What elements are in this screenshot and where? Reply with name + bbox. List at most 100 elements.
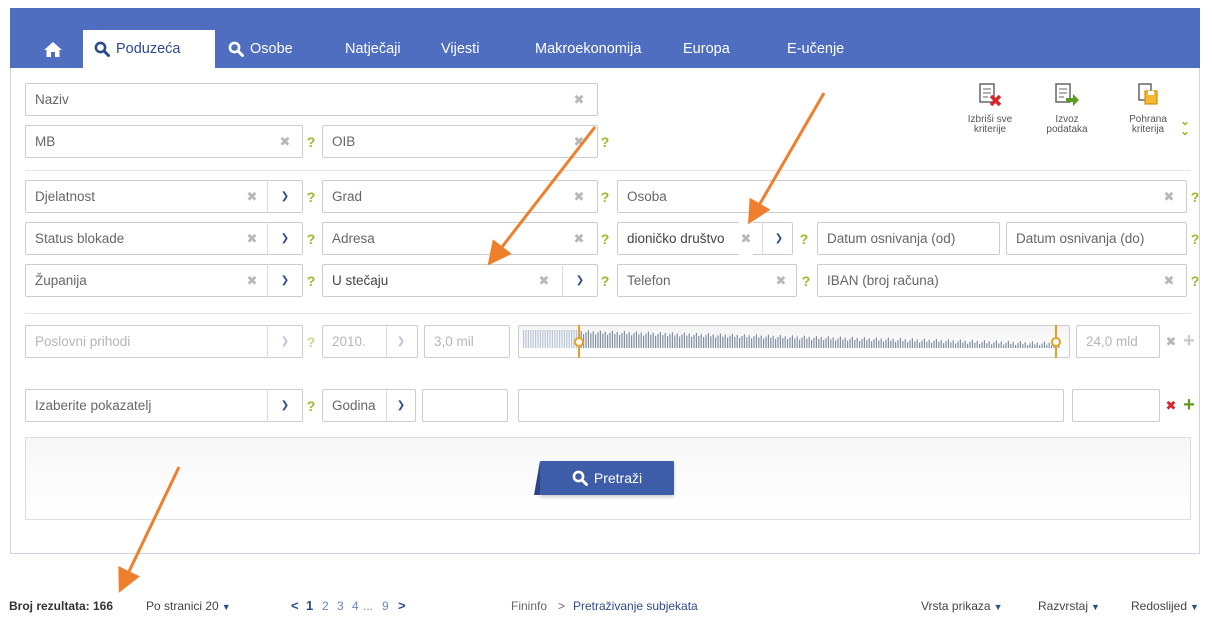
range-max-input[interactable]: 24,0 mld [1076,325,1160,358]
chevron-down-icon[interactable]: ❯ [394,325,408,358]
grad-input[interactable]: Grad [322,180,598,213]
histogram-bar [715,337,717,348]
view-type-select[interactable]: Vrsta prikaza ▼ [921,598,1003,615]
tab-poduzeca[interactable]: Poduzeća [83,30,215,68]
help-icon[interactable]: ? [797,223,811,256]
help-icon[interactable]: ? [304,265,318,298]
page-4-link[interactable]: 4 [352,598,359,614]
help-icon[interactable]: ? [598,223,612,256]
divider [267,180,268,213]
oib-input[interactable]: OIB [322,125,598,158]
home-tab[interactable] [40,30,72,68]
chevron-down-icon[interactable]: ❯ [573,264,587,297]
indicator-min-input[interactable] [422,389,508,422]
page-2-link[interactable]: 2 [322,598,329,614]
help-icon[interactable]: ? [1188,265,1202,298]
help-icon[interactable]: ? [1188,223,1202,256]
search-button[interactable]: Pretraži [534,461,674,495]
prev-page-link[interactable]: < [291,598,299,614]
histogram-bar [799,339,801,348]
clear-icon[interactable]: ✖ [537,264,551,297]
add-icon[interactable]: + [1182,325,1196,358]
tab-osobe[interactable]: Osobe [228,30,293,68]
save-criteria-button[interactable]: Pohrana kriterija [1118,82,1178,135]
chevron-down-icon[interactable]: ❯ [278,222,292,255]
export-data-button[interactable]: Izvoz podataka [1037,82,1097,135]
breadcrumb-root[interactable]: Fininfo [511,598,547,614]
datum-osnivanja-od-input[interactable]: Datum osnivanja (od) [817,222,1000,255]
per-page-select[interactable]: Po stranici 20 ▼ [146,598,231,615]
clear-icon[interactable]: ✖ [278,125,292,158]
page-9-link[interactable]: 9 [382,598,389,614]
clear-all-criteria-button[interactable]: Izbriši sve kriterije [960,82,1020,135]
remove-icon[interactable]: ✖ [1164,389,1178,422]
djelatnost-select[interactable]: Djelatnost [25,180,303,213]
clear-icon[interactable]: ✖ [245,264,259,297]
sort-select[interactable]: Razvrstaj ▼ [1038,598,1100,615]
help-icon[interactable]: ? [598,265,612,298]
clear-icon[interactable]: ✖ [1162,264,1176,297]
iban-input[interactable]: IBAN (broj računa) [817,264,1187,297]
range-indicator-select[interactable]: Poslovni prihodi [25,325,303,358]
chevron-down-icon[interactable]: ❯ [278,389,292,422]
datum-osnivanja-do-input[interactable]: Datum osnivanja (do) [1006,222,1187,255]
page-1-link[interactable]: 1 [306,598,313,614]
order-select[interactable]: Redoslijed ▼ [1131,598,1199,615]
help-icon[interactable]: ? [304,390,318,423]
indicator-select[interactable]: Izaberite pokazatelj [25,389,303,422]
chevron-down-icon[interactable]: ❯ [278,264,292,297]
expand-chevron-icon[interactable]: ⌄ ⌄ [1180,115,1190,137]
tab-makroekonomija[interactable]: Makroekonomija [535,30,641,68]
add-icon[interactable]: + [1182,389,1196,422]
next-page-link[interactable]: > [398,598,406,614]
naziv-input[interactable]: Naziv [25,83,598,116]
zupanija-select[interactable]: Županija [25,264,303,297]
histogram-bar [880,338,882,348]
clear-icon[interactable]: ✖ [245,222,259,255]
histogram-bar [849,338,851,348]
telefon-input[interactable]: Telefon [617,264,797,297]
clear-icon[interactable]: ✖ [1164,325,1178,358]
tab-e-ucenje[interactable]: E-učenje [787,30,844,68]
help-icon[interactable]: ? [304,181,318,214]
mb-input[interactable]: MB [25,125,303,158]
slider-handle-max[interactable] [1049,325,1063,358]
u-stecaju-select[interactable]: U stečaju [322,264,598,297]
clear-icon[interactable]: ✖ [572,180,586,213]
clear-icon[interactable]: ✖ [245,180,259,213]
help-icon[interactable]: ? [304,126,318,159]
indicator-slider-area[interactable] [518,389,1064,422]
help-icon[interactable]: ? [304,326,318,359]
divider [386,389,387,422]
clear-icon[interactable]: ✖ [572,83,586,116]
pravni-oblik-select[interactable]: dioničko društvo [617,222,793,255]
help-icon[interactable]: ? [598,181,612,214]
histogram-bar [789,337,791,348]
page-3-link[interactable]: 3 [337,598,344,614]
clear-icon[interactable]: ✖ [572,125,586,158]
help-icon[interactable]: ? [598,126,612,159]
tab-vijesti[interactable]: Vijesti [441,30,479,68]
adresa-input[interactable]: Adresa [322,222,598,255]
help-icon[interactable]: ? [1188,181,1202,214]
indicator-max-input[interactable] [1072,389,1160,422]
clear-icon[interactable]: ✖ [572,222,586,255]
chevron-down-icon[interactable]: ❯ [394,389,408,422]
range-min-input[interactable]: 3,0 mil [424,325,510,358]
slider-handle-min[interactable] [572,325,586,358]
status-blokade-select[interactable]: Status blokade [25,222,303,255]
breadcrumb-current[interactable]: Pretraživanje subjekata [573,598,698,614]
clear-icon[interactable]: ✖ [739,222,753,255]
osoba-input[interactable]: Osoba [617,180,1187,213]
chevron-down-icon[interactable]: ❯ [278,180,292,213]
tab-europa[interactable]: Europa [683,30,730,68]
range-slider[interactable] [518,325,1070,358]
clear-icon[interactable]: ✖ [774,264,788,297]
help-icon[interactable]: ? [799,265,813,298]
clear-icon[interactable]: ✖ [1162,180,1176,213]
help-icon[interactable]: ? [304,223,318,256]
chevron-down-icon[interactable]: ❯ [772,222,786,255]
chevron-down-icon[interactable]: ❯ [278,325,292,358]
histogram-bar [801,337,803,348]
tab-natjecaji[interactable]: Natječaji [345,30,401,68]
